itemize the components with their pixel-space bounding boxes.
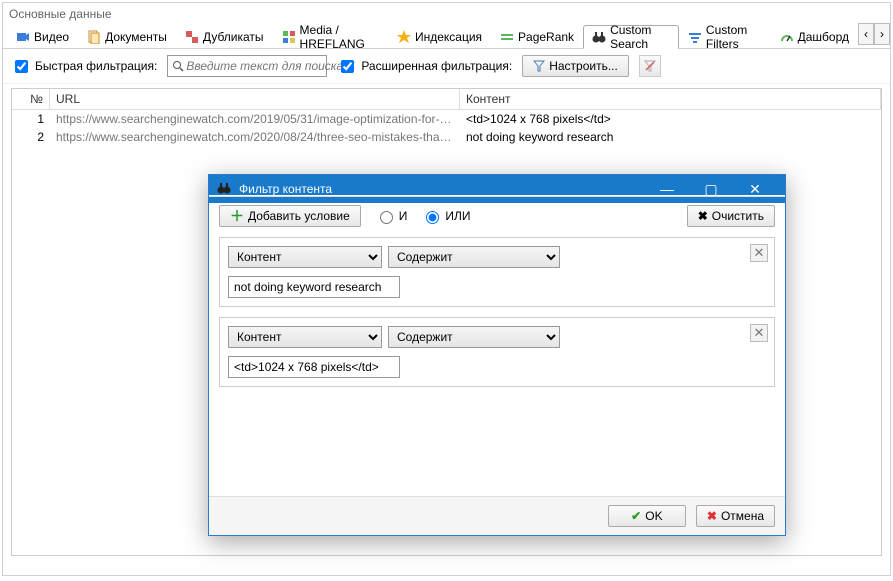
duplicates-icon xyxy=(185,30,199,44)
tab-dashboard[interactable]: Дашборд xyxy=(771,25,858,48)
ok-label: OK xyxy=(645,509,662,523)
funnel-clear-icon xyxy=(644,60,656,72)
remove-condition-button[interactable]: ✕ xyxy=(750,324,768,342)
tab-pagerank[interactable]: PageRank xyxy=(491,25,583,48)
table-row[interactable]: 2 https://www.searchenginewatch.com/2020… xyxy=(12,128,881,146)
cell-num: 1 xyxy=(12,110,50,128)
condition-block: ✕ Контент Содержит <td>1024 x 768 pixels… xyxy=(219,317,775,387)
tab-documents[interactable]: Документы xyxy=(78,25,176,48)
logic-or-radio[interactable]: ИЛИ xyxy=(421,208,470,224)
quick-filter-label: Быстрая фильтрация: xyxy=(35,59,157,73)
section-title: Основные данные xyxy=(3,3,890,23)
table-row[interactable]: 1 https://www.searchenginewatch.com/2019… xyxy=(12,110,881,128)
tabs-next-button[interactable]: › xyxy=(874,23,890,45)
grid-header-url[interactable]: URL xyxy=(50,89,460,109)
clear-conditions-button[interactable]: ✖ Очистить xyxy=(687,205,775,227)
dashboard-icon xyxy=(780,30,794,44)
minimize-button[interactable]: — xyxy=(645,175,689,203)
tab-media-hreflang[interactable]: Media / HREFLANG xyxy=(273,25,388,48)
tab-custom-search[interactable]: Custom Search xyxy=(583,25,679,49)
close-button[interactable]: ✕ xyxy=(733,175,777,203)
add-condition-button[interactable]: ＋ Добавить условие xyxy=(219,205,361,227)
dialog-title: Фильтр контента xyxy=(239,182,645,196)
cell-num: 2 xyxy=(12,128,50,146)
cancel-button[interactable]: ✖ Отмена xyxy=(696,505,775,527)
logic-and-label: И xyxy=(399,209,408,223)
tab-video[interactable]: Видео xyxy=(7,25,78,48)
grid-header-num[interactable]: № xyxy=(12,89,50,109)
cell-content: not doing keyword research xyxy=(460,128,881,146)
documents-icon xyxy=(87,30,101,44)
advanced-filter-label: Расширенная фильтрация: xyxy=(361,59,512,73)
condition-block: ✕ Контент Содержит not doing keyword res… xyxy=(219,237,775,307)
tab-label: Media / HREFLANG xyxy=(300,23,379,51)
plus-icon: ＋ xyxy=(230,206,244,226)
logic-or-label: ИЛИ xyxy=(445,209,470,223)
ok-button[interactable]: ✔ OK xyxy=(608,505,686,527)
cancel-icon: ✖ xyxy=(707,509,717,523)
tab-duplicates[interactable]: Дубликаты xyxy=(176,25,273,48)
tab-strip: Видео Документы Дубликаты Media / HREFLA… xyxy=(3,23,890,49)
configure-button[interactable]: Настроить... xyxy=(522,55,629,77)
quick-filter-checkbox[interactable]: Быстрая фильтрация: xyxy=(11,57,157,76)
content-filter-dialog: Фильтр контента — ▢ ✕ ＋ Добавить условие… xyxy=(208,174,786,536)
funnel-icon xyxy=(533,60,545,72)
tab-label: PageRank xyxy=(518,30,574,44)
cell-url: https://www.searchenginewatch.com/2020/0… xyxy=(50,128,460,146)
cell-content: <td>1024 x 768 pixels</td> xyxy=(460,110,881,128)
logic-and-radio[interactable]: И xyxy=(375,208,408,224)
x-icon: ✖ xyxy=(698,209,708,223)
condition-operator-select[interactable]: Содержит xyxy=(388,246,560,268)
filter-bar: Быстрая фильтрация: ✕ Расширенная фильтр… xyxy=(3,49,890,84)
media-hreflang-icon xyxy=(282,30,296,44)
cancel-label: Отмена xyxy=(721,509,764,523)
maximize-button[interactable]: ▢ xyxy=(689,175,733,203)
grid-header-content[interactable]: Контент xyxy=(460,89,881,109)
check-icon: ✔ xyxy=(631,509,641,523)
custom-filters-icon xyxy=(688,30,702,44)
search-input[interactable] xyxy=(184,58,345,74)
indexing-icon xyxy=(397,30,411,44)
remove-condition-button[interactable]: ✕ xyxy=(750,244,768,262)
search-icon xyxy=(172,60,184,72)
tab-label: Индексация xyxy=(415,30,482,44)
condition-value-input[interactable]: <td>1024 x 768 pixels</td> xyxy=(228,356,400,378)
clear-label: Очистить xyxy=(712,209,764,223)
configure-label: Настроить... xyxy=(549,59,618,73)
video-icon xyxy=(16,30,30,44)
binoculars-icon xyxy=(217,181,233,197)
tab-label: Дашборд xyxy=(798,30,849,44)
tab-label: Видео xyxy=(34,30,69,44)
grid-header: № URL Контент xyxy=(12,89,881,110)
condition-value-input[interactable]: not doing keyword research xyxy=(228,276,400,298)
advanced-filter-checkbox[interactable]: Расширенная фильтрация: xyxy=(337,57,512,76)
add-condition-label: Добавить условие xyxy=(248,209,350,223)
tabs-prev-button[interactable]: ‹ xyxy=(858,23,874,45)
search-field[interactable]: ✕ xyxy=(167,55,327,77)
condition-field-select[interactable]: Контент xyxy=(228,326,382,348)
tab-indexing[interactable]: Индексация xyxy=(388,25,491,48)
binoculars-icon xyxy=(592,30,606,44)
tab-custom-filters[interactable]: Custom Filters xyxy=(679,25,771,48)
cell-url: https://www.searchenginewatch.com/2019/0… xyxy=(50,110,460,128)
condition-operator-select[interactable]: Содержит xyxy=(388,326,560,348)
tab-label: Custom Filters xyxy=(706,23,762,51)
tab-label: Custom Search xyxy=(610,23,670,51)
condition-field-select[interactable]: Контент xyxy=(228,246,382,268)
tab-label: Дубликаты xyxy=(203,30,264,44)
clear-filter-button[interactable] xyxy=(639,55,661,77)
tab-label: Документы xyxy=(105,30,167,44)
pagerank-icon xyxy=(500,30,514,44)
